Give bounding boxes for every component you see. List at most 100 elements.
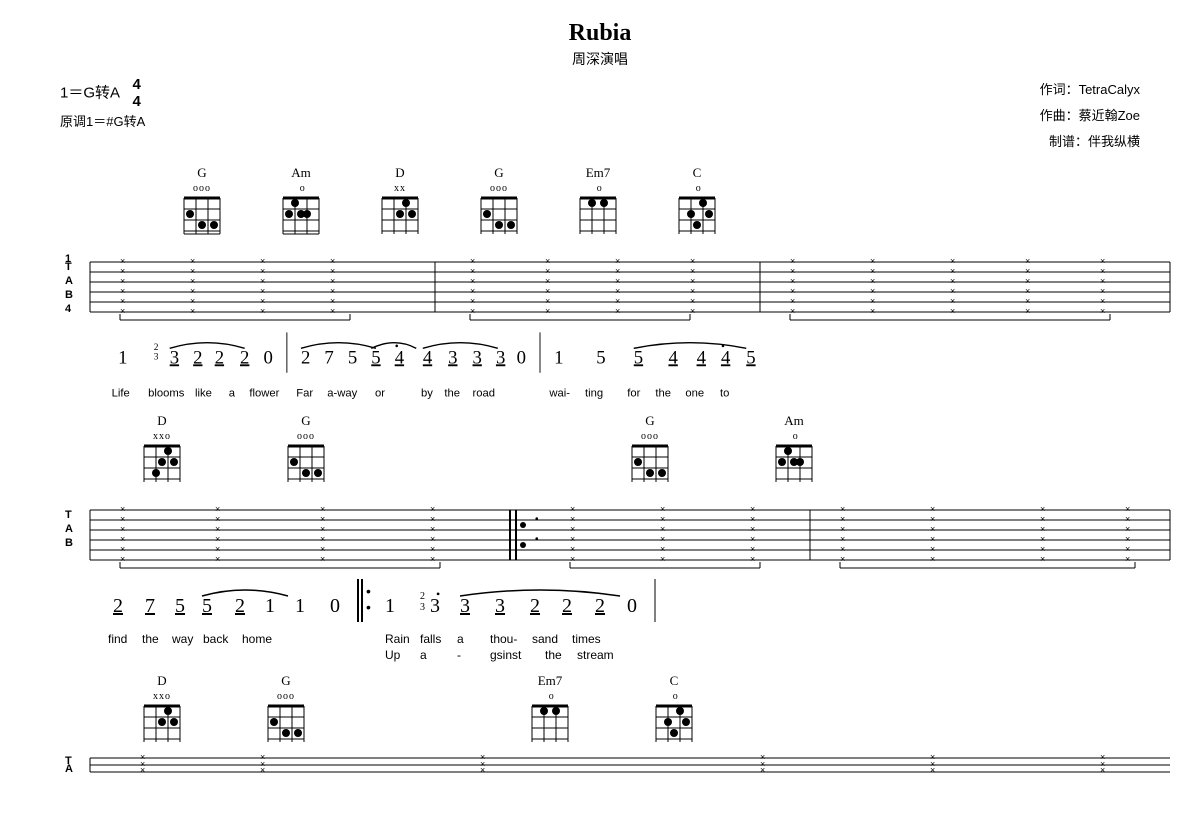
svg-text:home: home	[242, 632, 272, 646]
svg-text:•: •	[535, 534, 539, 545]
svg-text:×: ×	[1125, 534, 1130, 544]
svg-text:road: road	[473, 388, 496, 400]
svg-text:×: ×	[950, 266, 955, 276]
svg-text:×: ×	[1025, 266, 1030, 276]
svg-text:×: ×	[120, 266, 125, 276]
svg-text:the: the	[444, 388, 460, 400]
svg-text:for: for	[627, 388, 640, 400]
svg-text:×: ×	[660, 504, 665, 514]
svg-text:stream: stream	[577, 648, 614, 662]
svg-text:×: ×	[320, 534, 325, 544]
svg-text:×: ×	[1100, 765, 1105, 775]
svg-text:×: ×	[320, 554, 325, 564]
chord-Am-1: Am o	[279, 165, 323, 238]
svg-text:2: 2	[215, 347, 224, 368]
author-info: 作词：TetraCalyx 作曲：蔡近翰Zoe 制谱：伴我纵横	[1040, 77, 1140, 155]
svg-text:3: 3	[460, 595, 470, 617]
svg-text:back: back	[203, 632, 229, 646]
svg-text:×: ×	[790, 256, 795, 266]
svg-text:3: 3	[496, 347, 505, 368]
svg-text:×: ×	[930, 544, 935, 554]
svg-text:•: •	[395, 341, 399, 353]
svg-text:×: ×	[320, 524, 325, 534]
chord-D-1: D xx	[378, 165, 422, 238]
svg-text:×: ×	[870, 266, 875, 276]
svg-text:5: 5	[596, 347, 605, 368]
svg-text:flower: flower	[249, 388, 279, 400]
svg-text:×: ×	[1040, 524, 1045, 534]
svg-text:×: ×	[1100, 306, 1105, 316]
svg-text:×: ×	[930, 524, 935, 534]
svg-text:×: ×	[120, 544, 125, 554]
svg-text:×: ×	[1040, 534, 1045, 544]
svg-text:a: a	[420, 648, 427, 662]
svg-text:×: ×	[260, 276, 265, 286]
svg-text:×: ×	[840, 554, 845, 564]
svg-text:5: 5	[634, 347, 643, 368]
svg-text:×: ×	[215, 554, 220, 564]
svg-text:2: 2	[562, 595, 572, 617]
svg-text:times: times	[572, 632, 601, 646]
svg-text:×: ×	[120, 306, 125, 316]
svg-text:×: ×	[690, 306, 695, 316]
svg-text:thou-: thou-	[490, 632, 517, 646]
svg-text:×: ×	[870, 256, 875, 266]
svg-text:×: ×	[840, 544, 845, 554]
chord-G-4: G ooo	[628, 413, 672, 486]
svg-text:×: ×	[1125, 504, 1130, 514]
svg-text:or: or	[375, 388, 385, 400]
svg-text:×: ×	[615, 266, 620, 276]
svg-text:-: -	[457, 648, 461, 662]
svg-text:a-way: a-way	[327, 388, 357, 400]
section-1: G ooo	[60, 165, 1140, 403]
svg-text:×: ×	[545, 256, 550, 266]
svg-text:×: ×	[120, 554, 125, 564]
svg-text:×: ×	[660, 534, 665, 544]
svg-text:3: 3	[170, 347, 179, 368]
svg-text:×: ×	[430, 514, 435, 524]
svg-text:×: ×	[120, 256, 125, 266]
svg-text:×: ×	[1125, 514, 1130, 524]
svg-text:to: to	[720, 388, 729, 400]
svg-text:1: 1	[295, 595, 305, 617]
svg-text:blooms: blooms	[148, 388, 185, 400]
svg-text:×: ×	[570, 544, 575, 554]
svg-text:A: A	[65, 523, 73, 535]
svg-text:×: ×	[1100, 296, 1105, 306]
svg-text:Rain: Rain	[385, 632, 410, 646]
svg-text:×: ×	[930, 534, 935, 544]
svg-text:5: 5	[202, 595, 212, 617]
svg-text:×: ×	[260, 306, 265, 316]
svg-text:×: ×	[1040, 514, 1045, 524]
svg-text:way: way	[171, 632, 193, 646]
svg-text:×: ×	[430, 504, 435, 514]
tab-staff-3-partial: T A × × × × × × × × × × × × ×	[60, 750, 1140, 780]
svg-text:like: like	[195, 388, 212, 400]
svg-text:×: ×	[750, 544, 755, 554]
svg-text:×: ×	[470, 276, 475, 286]
svg-text:×: ×	[950, 286, 955, 296]
svg-text:×: ×	[190, 276, 195, 286]
svg-text:•: •	[366, 583, 371, 599]
svg-text:×: ×	[320, 514, 325, 524]
svg-text:5: 5	[746, 347, 755, 368]
svg-text:×: ×	[120, 276, 125, 286]
svg-text:×: ×	[320, 504, 325, 514]
svg-text:×: ×	[330, 256, 335, 266]
svg-text:×: ×	[660, 514, 665, 524]
svg-text:×: ×	[470, 286, 475, 296]
svg-text:A: A	[65, 275, 73, 287]
svg-text:×: ×	[260, 765, 265, 775]
svg-text:×: ×	[870, 276, 875, 286]
svg-text:4: 4	[668, 347, 678, 368]
svg-text:×: ×	[430, 534, 435, 544]
svg-text:×: ×	[215, 504, 220, 514]
chord-G-1: G ooo	[180, 165, 224, 238]
svg-text:×: ×	[330, 296, 335, 306]
song-title: Rubia	[60, 20, 1140, 47]
svg-text:1: 1	[385, 595, 395, 617]
chord-C-1: C o	[675, 165, 719, 238]
lyrics-line-1: Life blooms like a flower Far a-way or b…	[60, 381, 1140, 403]
svg-text:×: ×	[120, 504, 125, 514]
svg-text:×: ×	[930, 765, 935, 775]
